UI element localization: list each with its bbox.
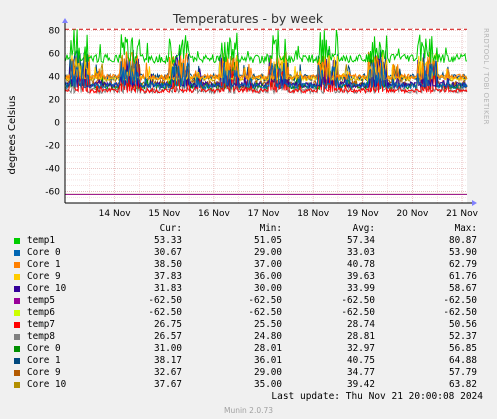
- plot-area: [65, 28, 467, 203]
- x-tick-label: 15 Nov: [148, 209, 181, 219]
- y-axis-label: degrees Celsius: [7, 96, 18, 175]
- temperature-chart: Temperatures - by week degrees Celsius R…: [7, 11, 490, 219]
- y-tick-label: 0: [54, 118, 60, 128]
- x-tick-labels: 14 Nov 15 Nov 16 Nov 17 Nov 18 Nov 19 Nov 20 N…: [99, 209, 479, 219]
- y-tick-label: 20: [49, 95, 61, 105]
- last-update: Last update: Thu Nov 21 20:00:08 2024: [271, 391, 483, 402]
- y-tick-label: 60: [49, 49, 61, 59]
- x-axis-arrow: [472, 200, 477, 206]
- y-tick-label: -40: [45, 164, 60, 174]
- y-tick-label: 40: [49, 72, 61, 82]
- x-tick-label: 21 Nov: [446, 209, 479, 219]
- x-tick-label: 18 Nov: [297, 209, 330, 219]
- x-tick-label: 17 Nov: [248, 209, 281, 219]
- y-tick-label: -20: [45, 141, 60, 151]
- y-tick-labels: 80 60 40 20 0 -20 -40 -60: [45, 26, 60, 197]
- y-tick-label: -60: [45, 187, 60, 197]
- y-axis-arrow: [62, 18, 68, 23]
- munin-version: Munin 2.0.73: [223, 406, 274, 415]
- x-tick-label: 19 Nov: [347, 209, 380, 219]
- x-tick-label: 20 Nov: [396, 209, 429, 219]
- chart-title: Temperatures - by week: [172, 11, 324, 26]
- y-tick-label: 80: [49, 26, 61, 36]
- x-tick-label: 14 Nov: [99, 209, 132, 219]
- x-tick-label: 16 Nov: [198, 209, 231, 219]
- rrdtool-credit: RRDTOOL / TOBI OETIKER: [482, 28, 490, 125]
